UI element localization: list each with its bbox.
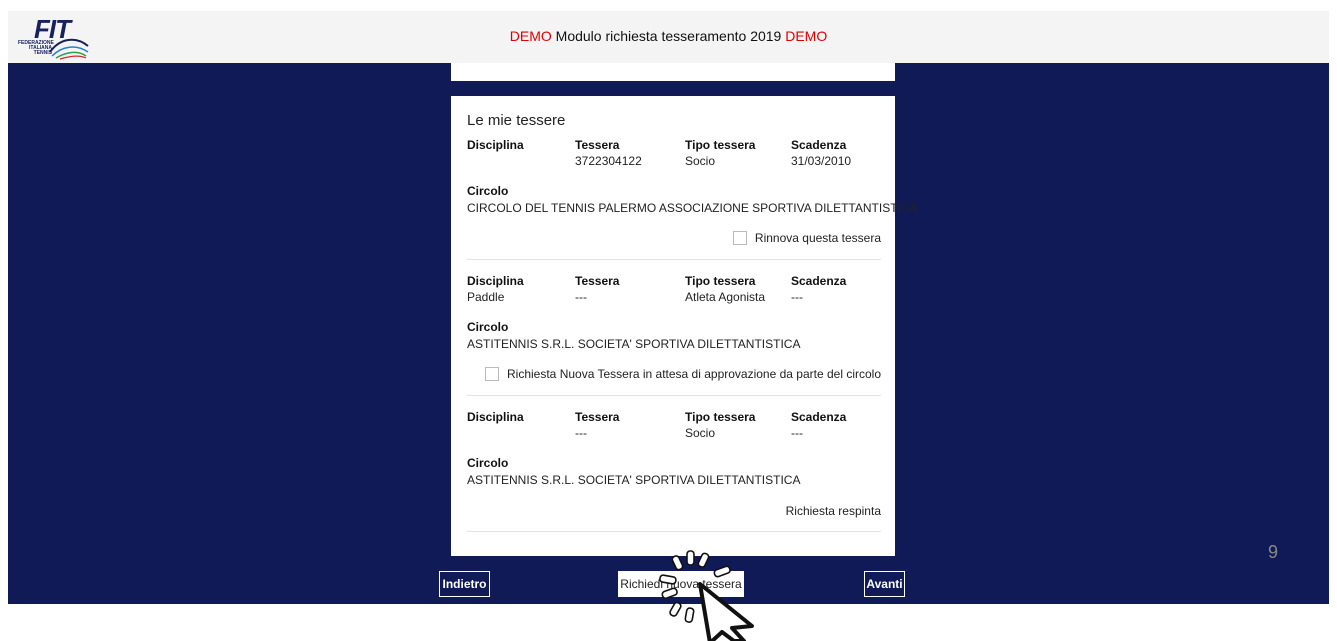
renew-label: Rinnova questa tessera — [754, 231, 881, 245]
previous-card-bottom — [451, 63, 895, 81]
page-title-text: Modulo richiesta tesseramento 2019 — [551, 28, 786, 44]
entry-divider — [467, 531, 881, 532]
disciplina-label: Disciplina — [467, 410, 524, 424]
my-cards-panel: Le mie tessere Disciplina Tessera 372230… — [451, 96, 918, 556]
scadenza-label: Scadenza — [791, 410, 847, 424]
tipo-tessera-label: Tipo tessera — [685, 410, 756, 424]
disciplina-label: Disciplina — [467, 274, 524, 288]
membership-entry: Disciplina Paddle Tessera --- Tipo tesse… — [467, 274, 881, 396]
circolo-label: Circolo — [467, 184, 509, 198]
circolo-label: Circolo — [467, 320, 509, 334]
scadenza-label: Scadenza — [791, 138, 847, 152]
disciplina-label: Disciplina — [467, 138, 524, 152]
circolo-value: ASTITENNIS S.R.L. SOCIETA' SPORTIVA DILE… — [467, 337, 801, 351]
tipo-tessera-label: Tipo tessera — [685, 274, 756, 288]
click-cursor-icon — [659, 550, 754, 641]
membership-entry: Disciplina Tessera --- Tipo tessera Soci… — [467, 410, 881, 532]
renew-card-checkbox-row[interactable]: Rinnova questa tessera — [732, 231, 881, 245]
circolo-value: CIRCOLO DEL TENNIS PALERMO ASSOCIAZIONE … — [467, 201, 918, 215]
tipo-tessera-label: Tipo tessera — [685, 138, 756, 152]
request-status: Richiesta respinta — [785, 504, 881, 518]
scadenza-value: 31/03/2010 — [791, 154, 852, 168]
membership-entry: Disciplina Tessera 3722304122 Tipo tesse… — [467, 138, 918, 260]
tessera-label: Tessera — [575, 138, 620, 152]
entry-divider — [467, 259, 881, 260]
next-button[interactable]: Avanti — [864, 571, 905, 597]
circolo-label: Circolo — [467, 456, 509, 470]
panel-title: Le mie tessere — [467, 112, 566, 129]
pending-request-checkbox-row[interactable]: Richiesta Nuova Tessera in attesa di app… — [485, 367, 881, 381]
tessera-value: --- — [575, 290, 587, 304]
slide-number: 9 — [1268, 542, 1279, 562]
page-title: DEMO Modulo richiesta tesseramento 2019 … — [8, 28, 1329, 44]
demo-label-left: DEMO — [509, 28, 552, 44]
scadenza-value: --- — [791, 426, 803, 440]
tessera-label: Tessera — [575, 410, 620, 424]
renew-checkbox[interactable] — [732, 231, 747, 245]
scadenza-label: Scadenza — [791, 274, 847, 288]
tipo-tessera-value: Atleta Agonista — [685, 290, 766, 304]
entry-divider — [467, 395, 881, 396]
back-button[interactable]: Indietro — [439, 571, 490, 597]
tessera-label: Tessera — [575, 274, 620, 288]
app-header: FIT FEDERAZIONE ITALIANA TENNIS DEMO Mod… — [8, 11, 1329, 63]
tessera-value: --- — [575, 426, 587, 440]
scadenza-value: --- — [791, 290, 803, 304]
demo-label-right: DEMO — [785, 28, 828, 44]
tessera-value: 3722304122 — [575, 154, 642, 168]
circolo-value: ASTITENNIS S.R.L. SOCIETA' SPORTIVA DILE… — [467, 473, 801, 487]
pending-request-checkbox[interactable] — [485, 367, 499, 381]
disciplina-value: Paddle — [467, 290, 505, 304]
pending-request-label: Richiesta Nuova Tessera in attesa di app… — [507, 367, 881, 381]
tipo-tessera-value: Socio — [685, 426, 716, 440]
tipo-tessera-value: Socio — [685, 154, 716, 168]
